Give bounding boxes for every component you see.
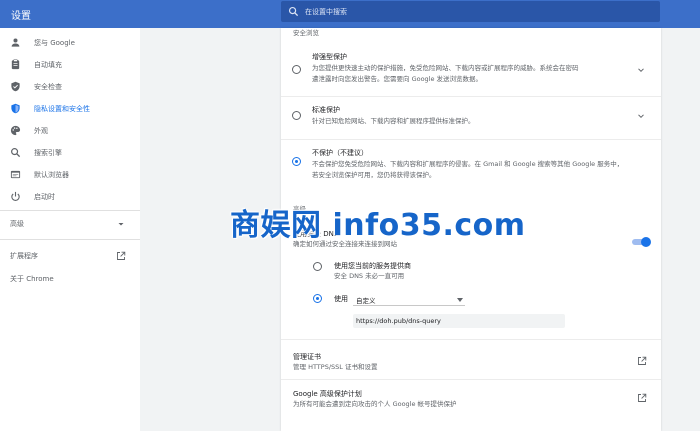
option-no-protection[interactable]: 不保护（不建议） 不会保护您免受危险网站、下载内容和扩展程序的侵害。在 Gmai…: [281, 146, 661, 184]
sidebar-item-label: 安全检查: [34, 83, 62, 91]
row-advanced-protection-program[interactable]: Google 高级保护计划 为所有可能会遭到定向攻击的个人 Google 帐号提…: [281, 383, 661, 411]
no-protection-title: 不保护（不建议）: [312, 149, 368, 157]
protection-program-title: Google 高级保护计划: [293, 390, 362, 398]
search-box[interactable]: [281, 1, 660, 22]
sidebar-divider: [0, 210, 140, 211]
expand-chevron-icon[interactable]: [637, 66, 645, 74]
sidebar-item-label: 外观: [34, 127, 48, 135]
doh-url-input[interactable]: [353, 314, 565, 328]
dns-custom-label: 使用: [334, 295, 348, 303]
sidebar-item-label: 隐私设置和安全性: [34, 105, 90, 113]
sidebar-divider: [0, 239, 140, 240]
search-input[interactable]: [305, 4, 645, 19]
radio-no-protection[interactable]: [292, 157, 301, 166]
radio-dns-custom[interactable]: [313, 294, 322, 303]
watermark: 商娱网 info35.com: [230, 208, 526, 243]
person-icon: [11, 38, 20, 47]
radio-enhanced[interactable]: [292, 65, 301, 74]
separator: [281, 139, 661, 140]
external-link-icon: [638, 393, 647, 402]
sidebar-item-you-and-google[interactable]: 您与 Google: [0, 32, 140, 54]
sidebar-extensions-label: 扩展程序: [10, 252, 38, 260]
sidebar-item-privacy-security[interactable]: 隐私设置和安全性: [0, 98, 140, 120]
sidebar-item-search-engine[interactable]: 搜索引擎: [0, 142, 140, 164]
sidebar-item-default-browser[interactable]: 默认浏览器: [0, 164, 140, 186]
sidebar-item-label: 默认浏览器: [34, 171, 69, 179]
sidebar-item-appearance[interactable]: 外观: [0, 120, 140, 142]
palette-icon: [10, 125, 21, 136]
no-protection-desc-1: 不会保护您免受危险网站、下载内容和扩展程序的侵害。在 Gmail 和 Googl…: [312, 160, 624, 168]
sidebar-item-safety-check[interactable]: 安全检查: [0, 76, 140, 98]
option-dns-current-provider[interactable]: 使用您当前的服务提供商 安全 DNS 未必一直可用: [281, 259, 661, 283]
browser-icon: [10, 170, 21, 179]
standard-title: 标准保护: [312, 106, 340, 114]
certs-desc: 管理 HTTPS/SSL 证书和设置: [293, 363, 378, 371]
shield-icon: [11, 103, 20, 114]
standard-desc: 针对已知危险网站、下载内容和扩展程序提供标准保护。: [312, 117, 475, 125]
certs-title: 管理证书: [293, 353, 321, 361]
sidebar-item-label: 搜索引擎: [34, 149, 62, 157]
sidebar: 您与 Google 自动填充 安全检查 隐私设置和安全性 外观 搜索引擎 默认浏…: [0, 28, 140, 431]
separator: [281, 339, 661, 340]
external-link-icon: [117, 251, 126, 260]
radio-dns-current[interactable]: [313, 262, 322, 271]
power-icon: [11, 191, 20, 202]
sidebar-item-label: 自动填充: [34, 61, 62, 69]
search-icon: [11, 148, 21, 158]
sidebar-about-label: 关于 Chrome: [10, 275, 54, 283]
option-standard-protection[interactable]: 标准保护 针对已知危险网站、下载内容和扩展程序提供标准保护。: [281, 103, 661, 133]
sidebar-item-label: 启动时: [34, 193, 55, 201]
dns-current-desc: 安全 DNS 未必一直可用: [334, 272, 405, 280]
sidebar-advanced[interactable]: 高级: [0, 216, 140, 232]
separator: [281, 96, 661, 97]
toggle-knob: [641, 237, 651, 247]
shield-check-icon: [11, 81, 20, 92]
row-manage-certificates[interactable]: 管理证书 管理 HTTPS/SSL 证书和设置: [281, 346, 661, 374]
clipboard-icon: [11, 59, 20, 70]
enhanced-desc-2: 遭泄露时向您发出警告。您需要向 Google 发送浏览数据。: [312, 75, 483, 83]
option-enhanced-protection[interactable]: 增强型保护 为您提供更快速主动的保护措施，免受危险网站、下载内容或扩展程序的威胁…: [281, 50, 661, 92]
section-label-safe-browsing: 安全浏览: [293, 29, 319, 37]
dns-current-title: 使用您当前的服务提供商: [334, 262, 411, 270]
option-dns-custom[interactable]: 使用: [281, 291, 661, 309]
app-title: 设置: [11, 11, 31, 22]
sidebar-extensions[interactable]: 扩展程序: [0, 248, 140, 264]
dns-provider-value: 自定义: [356, 297, 376, 305]
top-bar: 设置: [0, 0, 700, 28]
enhanced-desc-1: 为您提供更快速主动的保护措施，免受危险网站、下载内容或扩展程序的威胁。系统会在密…: [312, 64, 579, 72]
secure-dns-toggle[interactable]: [632, 237, 651, 247]
sidebar-about-chrome[interactable]: 关于 Chrome: [0, 271, 140, 287]
external-link-icon: [638, 356, 647, 365]
sidebar-item-autofill[interactable]: 自动填充: [0, 54, 140, 76]
chevron-down-icon: [118, 223, 124, 226]
dropdown-arrow-icon: [457, 298, 463, 302]
enhanced-title: 增强型保护: [312, 53, 347, 61]
expand-chevron-icon[interactable]: [637, 112, 645, 120]
separator: [281, 379, 661, 380]
radio-standard[interactable]: [292, 111, 301, 120]
protection-program-desc: 为所有可能会遭到定向攻击的个人 Google 帐号提供保护: [293, 400, 457, 408]
sidebar-item-on-startup[interactable]: 启动时: [0, 186, 140, 208]
dns-provider-select[interactable]: 自定义: [353, 294, 465, 306]
sidebar-item-label: 您与 Google: [34, 39, 75, 47]
sidebar-advanced-label: 高级: [10, 220, 24, 228]
no-protection-desc-2: 若安全浏览保护可用，您仍将获得该保护。: [312, 171, 436, 179]
search-icon: [288, 6, 299, 17]
